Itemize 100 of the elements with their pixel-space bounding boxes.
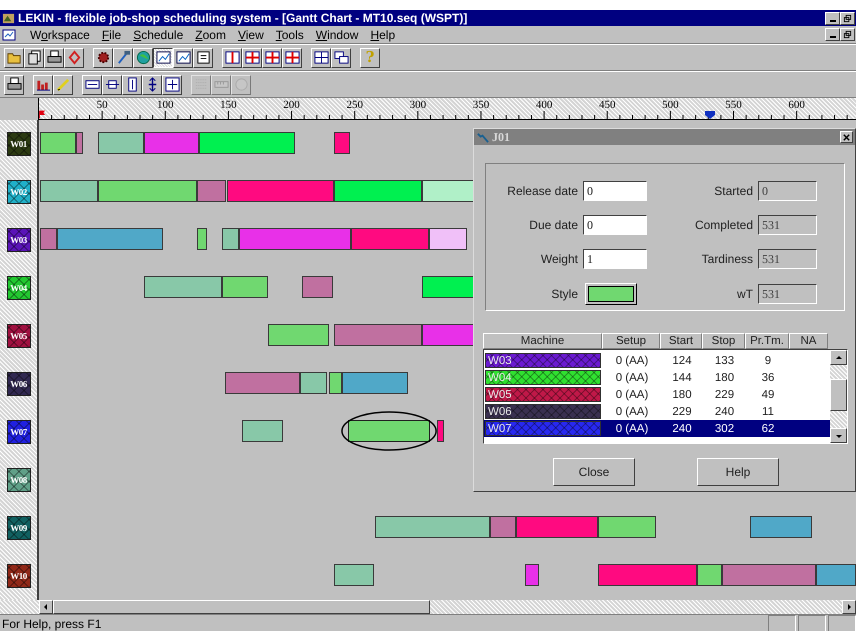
document-icon[interactable] <box>2 28 16 42</box>
table-cell-text: 11 <box>761 406 775 418</box>
operation-bar[interactable] <box>144 276 222 298</box>
minimize-button[interactable] <box>825 28 840 41</box>
operation-bar[interactable] <box>342 372 408 394</box>
operation-bar[interactable] <box>268 324 330 346</box>
input-field[interactable]: 1 <box>583 249 647 269</box>
minimize-icon <box>830 20 836 22</box>
menu-item[interactable]: Workspace <box>24 28 96 42</box>
machine-label[interactable]: W06 <box>6 372 30 396</box>
operation-bar[interactable] <box>429 228 468 250</box>
field-label: wT <box>736 287 753 301</box>
operation-bar[interactable] <box>98 132 144 154</box>
operation-bar[interactable] <box>302 276 334 298</box>
operation-bar[interactable] <box>348 420 430 442</box>
operation-bar[interactable] <box>334 564 374 586</box>
operation-bar[interactable] <box>199 132 296 154</box>
operation-bar[interactable] <box>242 420 283 442</box>
dialog-button[interactable]: Close <box>553 458 635 486</box>
machine-cell: W05 <box>485 387 601 402</box>
close-button[interactable] <box>840 131 853 143</box>
horizontal-scrollbar[interactable] <box>39 600 856 614</box>
operation-bar[interactable] <box>750 516 812 538</box>
tick-label: 150 <box>220 99 237 111</box>
scroll-up-button[interactable] <box>830 350 847 365</box>
column-header[interactable]: Stop <box>702 333 745 349</box>
restore-button[interactable] <box>840 12 855 24</box>
input-field[interactable]: 0 <box>583 215 647 235</box>
operation-bar[interactable] <box>696 564 722 586</box>
dialog-button[interactable]: Help <box>697 458 779 486</box>
menu-item[interactable]: Schedule <box>127 28 190 42</box>
menu-item[interactable]: View <box>232 28 270 42</box>
operation-bar[interactable] <box>40 180 98 202</box>
flag-marker-icon[interactable] <box>39 110 46 119</box>
operation-bar[interactable] <box>525 564 540 586</box>
column-header[interactable]: Start <box>660 333 702 349</box>
machine-label[interactable]: W03 <box>6 228 30 252</box>
operation-bar[interactable] <box>98 180 197 202</box>
machine-label[interactable]: W01 <box>6 132 30 156</box>
hammer-icon <box>116 50 130 65</box>
operation-bar[interactable] <box>196 228 207 250</box>
operation-bar[interactable] <box>598 516 656 538</box>
table-cell-text: 36 <box>760 372 776 384</box>
input-field[interactable]: 531 <box>758 249 817 269</box>
menu-item[interactable]: File <box>96 28 128 42</box>
input-field[interactable]: 531 <box>758 215 817 235</box>
cascade-windows-icon <box>334 50 348 65</box>
table-row[interactable]: W07 0 (AA) 240 302 62 <box>484 420 830 437</box>
minimize-button[interactable] <box>825 12 840 24</box>
tick-label: 500 <box>662 99 679 111</box>
wrench-icon <box>476 130 489 144</box>
operation-bar[interactable] <box>40 132 76 154</box>
column-header[interactable]: Machine <box>483 333 602 349</box>
column-header[interactable]: Setup <box>602 333 660 349</box>
vertical-scrollbar[interactable] <box>830 350 847 443</box>
table-row[interactable]: W06 0 (AA) 229 240 11 <box>484 403 830 420</box>
machine-label[interactable]: W05 <box>6 324 30 348</box>
tick-label: 250 <box>346 99 363 111</box>
operation-bar[interactable] <box>300 372 327 394</box>
menu-item[interactable]: Zoom <box>189 28 232 42</box>
column-header[interactable]: NA <box>789 333 828 349</box>
operation-bar[interactable] <box>334 180 422 202</box>
toolbar-button[interactable] <box>153 48 173 68</box>
operation-bar[interactable] <box>56 228 163 250</box>
table-cell-text: 49 <box>760 388 776 400</box>
operation-bar[interactable] <box>436 420 444 442</box>
table-cell-text: 133 <box>714 354 736 366</box>
input-field[interactable]: 0 <box>583 181 647 201</box>
operation-bar[interactable] <box>329 372 342 394</box>
input-field[interactable]: 531 <box>758 284 817 304</box>
table-row[interactable]: W03 0 (AA) 124 133 9 <box>484 352 830 369</box>
menu-item[interactable]: Help <box>364 28 402 42</box>
scrollbar-thumb[interactable] <box>53 600 430 614</box>
scroll-right-button[interactable] <box>842 600 856 614</box>
machine-label[interactable]: W09 <box>6 516 30 540</box>
tick-label: 100 <box>157 99 174 111</box>
machine-label[interactable]: W07 <box>6 420 30 444</box>
table-row[interactable]: W05 0 (AA) 180 229 49 <box>484 386 830 403</box>
operation-bar[interactable] <box>374 516 490 538</box>
circle-icon <box>234 77 248 92</box>
table-cell-text: 62 <box>760 422 776 434</box>
scroll-left-button[interactable] <box>39 600 53 614</box>
pages-icon <box>26 50 42 65</box>
scrollbar-thumb[interactable] <box>830 379 847 411</box>
menu-item[interactable]: Tools <box>270 28 310 42</box>
table-row[interactable]: W04 0 (AA) 144 180 36 <box>484 369 830 386</box>
table-cell-text: 302 <box>714 422 736 434</box>
status-text: For Help, press F1 <box>2 616 102 630</box>
machine-label[interactable]: W10 <box>6 564 30 588</box>
operation-bar[interactable] <box>222 276 268 298</box>
menu-item[interactable]: Window <box>310 28 364 42</box>
table-cell-text: 124 <box>671 354 693 366</box>
operation-bar[interactable] <box>222 228 238 250</box>
machine-cell: W06 <box>485 404 601 419</box>
operation-bar[interactable] <box>816 564 856 586</box>
field-label: Style <box>550 287 578 301</box>
input-field[interactable]: 0 <box>758 181 817 201</box>
column-header[interactable]: Pr.Tm. <box>745 333 789 349</box>
scroll-down-button[interactable] <box>830 428 847 443</box>
restore-button[interactable] <box>840 28 855 41</box>
